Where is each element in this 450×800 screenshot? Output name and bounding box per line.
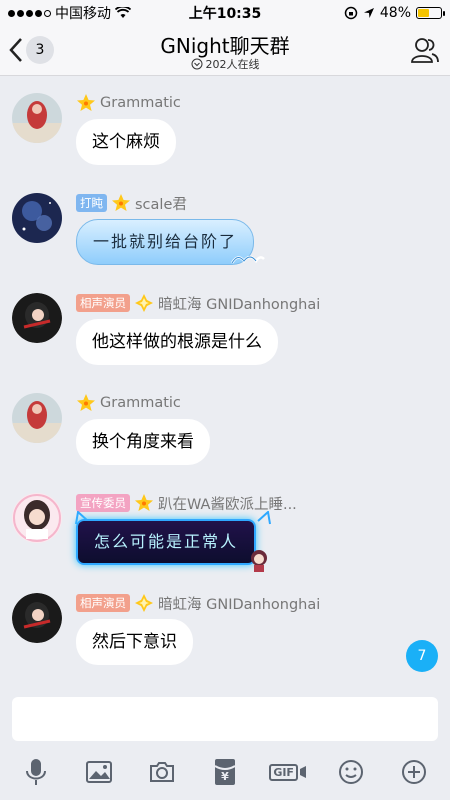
sender-name[interactable]: 暗虹海 GNIDanhonghai [158, 293, 320, 314]
message-input[interactable] [12, 697, 438, 741]
microphone-icon [25, 759, 46, 785]
plus-icon [402, 760, 427, 784]
unread-badge[interactable]: 7 [406, 640, 438, 672]
sender-name[interactable]: Grammatic [100, 95, 181, 111]
red-packet-label: ¥ [221, 769, 229, 783]
diamond-badge-icon [135, 294, 153, 312]
gif-icon: GIF [269, 763, 307, 781]
message-bubble[interactable]: 换个角度来看 [76, 419, 210, 465]
chat-list[interactable]: Grammatic 这个麻烦 打盹 scale君 一批就别给台阶了 相声演员 暗… [0, 77, 450, 687]
image-button[interactable] [81, 754, 117, 790]
member-title-badge: 相声演员 [76, 294, 130, 312]
sender-line: Grammatic [76, 393, 181, 413]
star-badge-icon [77, 94, 95, 111]
sender-line: Grammatic [76, 93, 181, 113]
emoji-button[interactable] [333, 754, 369, 790]
online-count-label: 202人在线 [205, 58, 260, 71]
avatar[interactable] [12, 393, 62, 443]
message-bubble[interactable]: 怎么可能是正常人 [76, 519, 257, 565]
sender-line: 打盹 scale君 [76, 193, 187, 213]
sender-name[interactable]: 趴在WA酱欧派上睡... [158, 493, 297, 514]
status-bar: 中国移动 上午10:35 48% [0, 0, 450, 26]
avatar[interactable] [12, 293, 62, 343]
nav-bar: 3 GNight聊天群 202人在线 [0, 26, 450, 76]
avatar[interactable] [12, 93, 62, 143]
sender-line: 相声演员 暗虹海 GNIDanhonghai [76, 593, 320, 613]
camera-button[interactable] [144, 754, 180, 790]
sender-name[interactable]: scale君 [135, 193, 187, 214]
group-members-button[interactable] [410, 36, 440, 68]
input-toolbar: ¥ GIF [0, 752, 450, 792]
people-icon [411, 38, 439, 63]
online-count[interactable]: 202人在线 [0, 56, 450, 72]
page-title: GNight聊天群 [160, 34, 290, 58]
battery-fill [418, 9, 429, 17]
member-title-badge: 相声演员 [76, 594, 130, 612]
gif-button[interactable]: GIF [269, 754, 307, 790]
more-button[interactable] [396, 754, 432, 790]
avatar[interactable] [12, 593, 62, 643]
image-icon [85, 761, 112, 783]
microphone-button[interactable] [18, 754, 54, 790]
star-badge-icon [112, 194, 130, 211]
wave-decoration-icon [230, 255, 265, 264]
diamond-badge-icon [135, 594, 153, 612]
sender-name[interactable]: 暗虹海 GNIDanhonghai [158, 593, 320, 614]
message-bubble[interactable]: 然后下意识 [76, 619, 193, 665]
message-bubble[interactable]: 他这样做的根源是什么 [76, 319, 278, 365]
sender-line: 相声演员 暗虹海 GNIDanhonghai [76, 293, 320, 313]
sender-line: 宣传委员 趴在WA酱欧派上睡... [76, 493, 297, 513]
chevron-down-circle-icon [191, 58, 202, 70]
battery-icon [416, 7, 445, 19]
avatar[interactable] [12, 193, 62, 243]
member-title-badge: 宣传委员 [76, 494, 130, 512]
message-bubble[interactable]: 这个麻烦 [76, 119, 176, 165]
avatar[interactable] [12, 493, 62, 543]
camera-icon [149, 762, 174, 782]
message-bubble[interactable]: 一批就别给台阶了 [76, 219, 255, 265]
sender-name[interactable]: Grammatic [100, 395, 181, 411]
emoji-icon [339, 760, 364, 784]
gif-label: GIF [269, 763, 298, 781]
input-area: ¥ GIF [0, 688, 450, 800]
member-title-badge: 打盹 [76, 194, 107, 212]
cat-ear-right-icon [257, 511, 271, 525]
star-badge-icon [135, 494, 153, 511]
star-badge-icon [77, 394, 95, 411]
time-label: 上午10:35 [188, 6, 262, 22]
chibi-sticker-icon [251, 550, 267, 572]
red-packet-button[interactable]: ¥ [207, 754, 243, 790]
